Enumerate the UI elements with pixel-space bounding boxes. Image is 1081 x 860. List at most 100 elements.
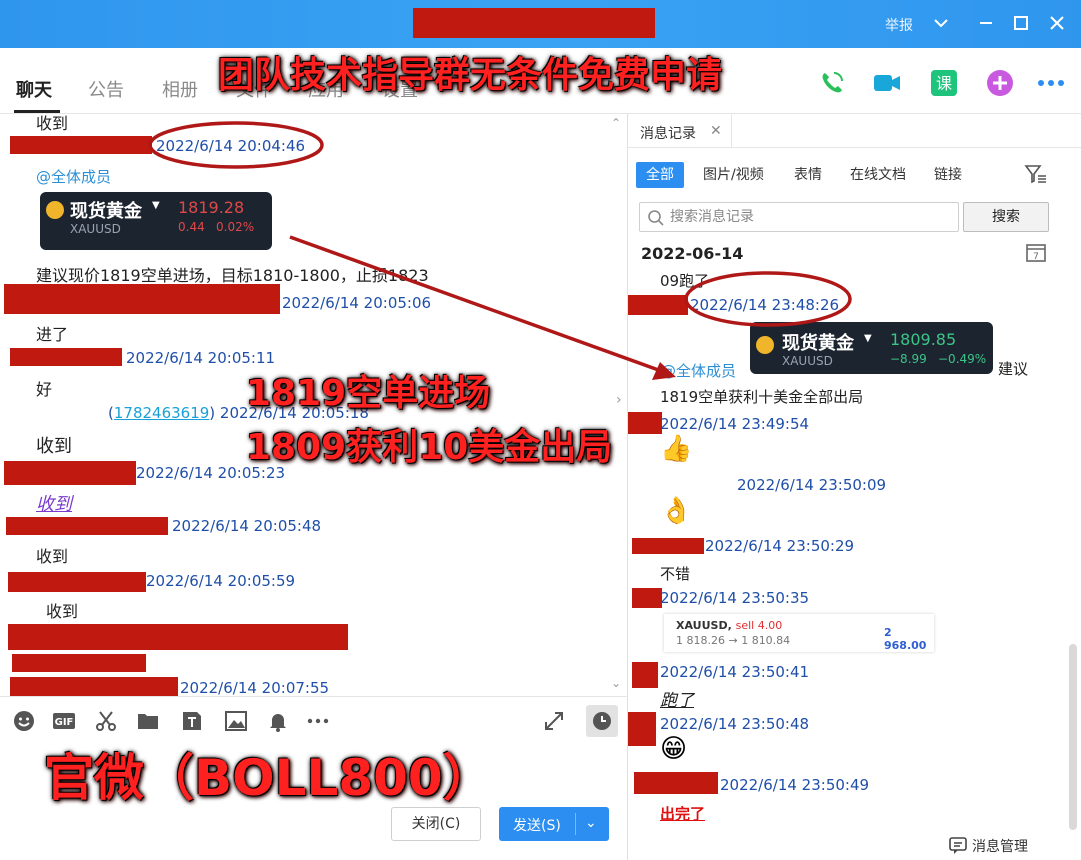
redacted-name <box>632 662 658 688</box>
course-icon[interactable]: 课 <box>929 68 959 98</box>
message-manage-link[interactable]: 消息管理 <box>949 836 1028 856</box>
calendar-day: 7 <box>1033 252 1039 262</box>
quote-change: 0.44 <box>178 220 205 234</box>
redacted-name <box>6 517 168 535</box>
tab-chat[interactable]: 聊天 <box>16 76 52 102</box>
history-timestamp: 2022/6/14 23:50:35 <box>660 589 810 607</box>
message-text: 收到 <box>46 602 79 621</box>
history-text: 跑了 <box>660 691 694 711</box>
trade-result-card[interactable]: XAUUSD, sell 4.00 1 818.26 → 1 810.84 2 … <box>664 614 934 652</box>
quote-percent: −0.49% <box>938 352 987 366</box>
filter-media[interactable]: 图片/视频 <box>693 162 774 188</box>
scroll-up-icon[interactable]: ⌃ <box>611 116 621 130</box>
document-icon[interactable] <box>180 709 204 733</box>
gold-coin-icon <box>756 336 774 354</box>
close-button[interactable]: 关闭(C) <box>391 807 481 841</box>
history-timestamp: 2022/6/14 23:50:29 <box>705 537 855 555</box>
tab-message-history[interactable]: 消息记录 ✕ <box>628 114 732 148</box>
history-timestamp: 2022/6/14 23:50:09 <box>737 476 887 494</box>
quote-name: 现货黄金 <box>782 333 854 354</box>
gif-icon[interactable]: GIF <box>52 709 76 733</box>
history-clock-icon[interactable] <box>586 705 618 737</box>
chat-window: 举报 聊天 公告 相册 文件 应用 设置 课 收到 ⌃ 2022/6/14 20… <box>0 0 1081 860</box>
report-link[interactable]: 举报 <box>885 15 913 35</box>
trade-side: sell 4.00 <box>735 619 783 632</box>
date-header: 2022-06-14 <box>641 244 744 263</box>
gold-quote-card[interactable]: 现货黄金 ▼ XAUUSD 1819.28 0.44 0.02% <box>40 192 272 250</box>
history-scrollbar[interactable] <box>1069 644 1077 830</box>
filter-all[interactable]: 全部 <box>636 162 684 188</box>
folder-icon[interactable] <box>136 709 160 733</box>
mention-all[interactable]: @全体成员 <box>661 360 736 381</box>
message-text: 收到 <box>36 436 72 457</box>
redacted-name <box>632 588 662 608</box>
video-call-icon[interactable] <box>872 68 902 98</box>
send-separator <box>575 813 576 835</box>
message-timestamp: 2022/6/14 20:07:55 <box>180 679 330 696</box>
tab-underline <box>14 110 60 113</box>
history-search-box <box>639 202 959 232</box>
message-text: 进了 <box>36 325 69 344</box>
trade-symbol: XAUUSD, sell 4.00 <box>676 619 783 632</box>
overlay-contact: 官微（BOLL800） <box>44 749 493 807</box>
filter-icon[interactable] <box>1024 162 1048 186</box>
send-button[interactable]: 发送(S) ⌄ <box>499 807 609 841</box>
caret-down-icon: ▼ <box>864 333 872 344</box>
message-text: 收到 <box>36 547 69 566</box>
maximize-icon[interactable] <box>1010 12 1032 34</box>
gold-quote-card[interactable]: 现货黄金 ▼ XAUUSD 1809.85 −8.99 −0.49% <box>750 322 993 374</box>
collapse-panel-icon[interactable]: › <box>616 392 622 408</box>
history-timestamp: 2022/6/14 23:50:49 <box>720 776 870 794</box>
history-text: 不错 <box>660 565 691 583</box>
redacted-name <box>10 677 178 696</box>
caret-down-icon: ▼ <box>152 200 160 211</box>
message-text: 收到 <box>36 494 72 515</box>
calendar-icon[interactable]: 7 <box>1026 242 1046 262</box>
quote-percent: 0.02% <box>216 220 255 234</box>
expand-icon[interactable] <box>542 709 566 733</box>
redacted-name <box>4 284 280 314</box>
history-text: 1819空单获利十美金全部出局 <box>660 388 864 406</box>
phone-icon[interactable] <box>817 68 847 98</box>
mention-all[interactable]: @全体成员 <box>36 166 111 187</box>
filter-links[interactable]: 链接 <box>924 162 972 188</box>
filter-docs[interactable]: 在线文档 <box>840 162 916 188</box>
message-timestamp: 2022/6/14 20:05:06 <box>282 294 432 312</box>
add-icon[interactable] <box>985 68 1015 98</box>
message-manage-label: 消息管理 <box>972 839 1028 855</box>
bell-icon[interactable] <box>266 709 290 733</box>
sender-id-link[interactable]: 1782463619 <box>114 404 209 422</box>
send-label: 发送(S) <box>513 818 561 834</box>
svg-text:课: 课 <box>936 74 952 93</box>
scissors-icon[interactable] <box>94 709 118 733</box>
message-timestamp: 2022/6/14 20:05:48 <box>172 517 322 535</box>
more-tools-icon[interactable] <box>306 709 330 733</box>
search-input[interactable] <box>670 207 950 227</box>
close-tab-icon[interactable]: ✕ <box>710 123 722 139</box>
message-history-panel: 消息记录 ✕ 全部 图片/视频 表情 在线文档 链接 搜索 2022-06-14… <box>628 114 1081 860</box>
quote-name: 现货黄金 <box>70 201 142 222</box>
chevron-down-icon[interactable]: ⌄ <box>585 815 597 831</box>
history-timestamp: 2022/6/14 23:50:41 <box>660 663 810 681</box>
tab-divider <box>732 147 1081 148</box>
tab-announcement[interactable]: 公告 <box>88 76 124 102</box>
emoji-icon[interactable] <box>12 709 36 733</box>
history-text: 出完了 <box>660 805 706 823</box>
history-timestamp: 2022/6/14 23:49:54 <box>660 415 810 433</box>
message-timestamp: 2022/6/14 20:04:46 <box>156 137 306 155</box>
quote-change: −8.99 <box>890 352 927 366</box>
tab-album[interactable]: 相册 <box>162 76 198 102</box>
filter-stickers[interactable]: 表情 <box>784 162 832 188</box>
chat-bubble-icon <box>949 837 967 854</box>
search-button[interactable]: 搜索 <box>963 202 1049 232</box>
more-icon[interactable] <box>1036 68 1066 98</box>
close-icon[interactable] <box>1046 12 1068 34</box>
chevron-down-icon[interactable] <box>930 12 952 34</box>
history-timestamp: 2022/6/14 23:50:48 <box>660 715 810 733</box>
image-icon[interactable] <box>224 709 248 733</box>
quote-price: 1819.28 <box>178 198 245 217</box>
gold-coin-icon <box>46 201 64 219</box>
redacted-name <box>10 136 152 154</box>
scroll-down-icon[interactable]: ⌄ <box>611 676 621 690</box>
minimize-icon[interactable] <box>975 12 997 34</box>
